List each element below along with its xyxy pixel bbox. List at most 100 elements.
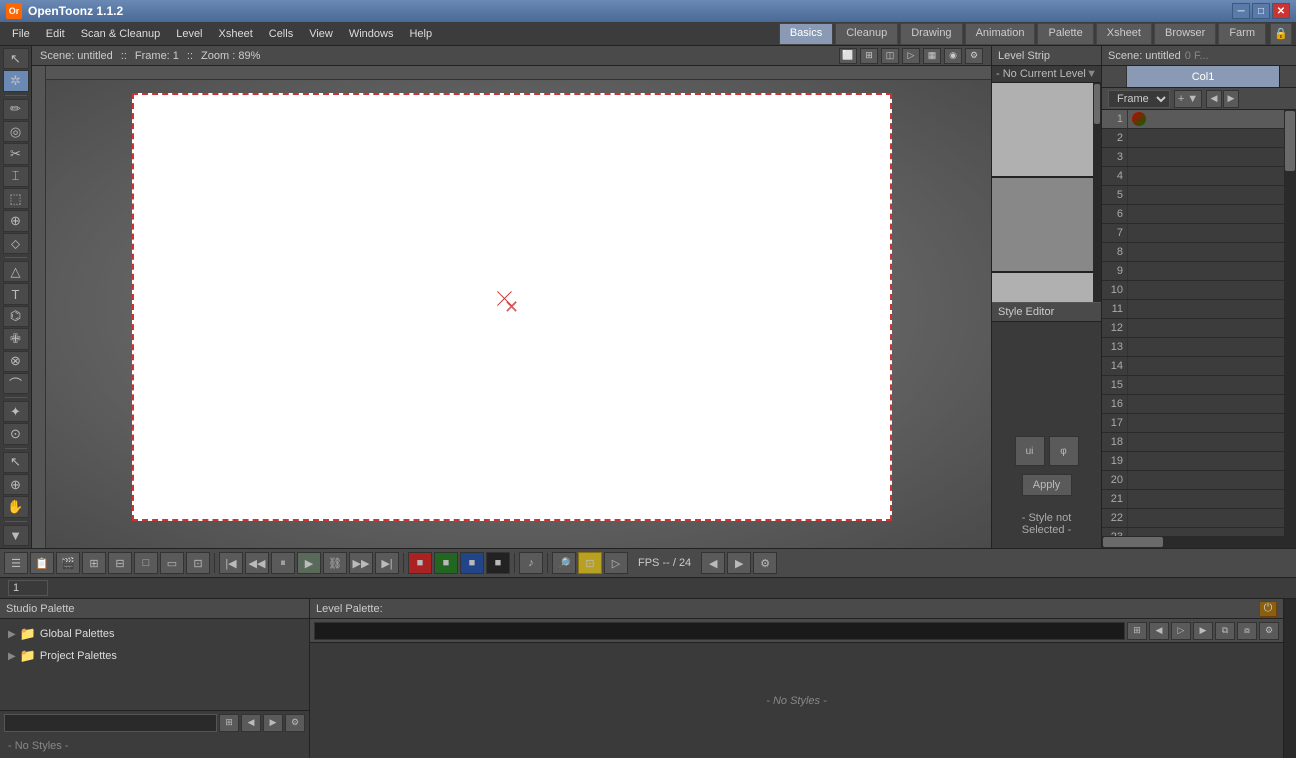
tab-browser[interactable]: Browser [1154, 23, 1216, 45]
level-palette-power-btn[interactable]: ⏻ [1259, 601, 1277, 617]
xsheet-row[interactable]: 15 [1102, 376, 1296, 395]
tool-zoom[interactable]: ⊕ [3, 474, 29, 495]
level-strip-scrollbar-thumb[interactable] [1094, 84, 1100, 124]
table-btn[interactable]: ⊟ [108, 552, 132, 574]
lp-btn-2[interactable]: ◀ [1149, 622, 1169, 640]
xsheet-row[interactable]: 21 [1102, 490, 1296, 509]
pause-btn[interactable]: ⏸ [271, 552, 295, 574]
view-mode-btn[interactable]: ⬜ [839, 48, 857, 64]
black-btn[interactable]: ■ [486, 552, 510, 574]
tool-arrow-down[interactable]: ▼ [3, 525, 29, 546]
menu-xsheet[interactable]: Xsheet [211, 25, 261, 43]
tool-bender[interactable]: ⌒ [3, 373, 29, 394]
xsheet-row[interactable]: 4 [1102, 167, 1296, 186]
link-btn[interactable]: ⛓ [323, 552, 347, 574]
loop-btn[interactable]: ⊡ [186, 552, 210, 574]
row-cell[interactable] [1127, 186, 1296, 204]
studio-palette-btn-2[interactable]: ◀ [241, 714, 261, 732]
tool-eraser[interactable]: ✂ [3, 143, 29, 164]
lp-btn-1[interactable]: ⊞ [1127, 622, 1147, 640]
settings-controls[interactable]: ⚙ [753, 552, 777, 574]
row-cell[interactable] [1127, 319, 1296, 337]
xsheet-row[interactable]: 9 [1102, 262, 1296, 281]
add-cell-btn[interactable]: + ▼ [1174, 90, 1202, 108]
tool-fill[interactable]: ◎ [3, 121, 29, 142]
menu-view[interactable]: View [301, 25, 341, 43]
canvas-frame[interactable]: ✕ [132, 93, 892, 521]
prev-frame-btn[interactable]: ◀◀ [245, 552, 269, 574]
red-btn[interactable]: ■ [408, 552, 432, 574]
xsheet-row[interactable]: 17 [1102, 414, 1296, 433]
goto-start-btn[interactable]: |◀ [219, 552, 243, 574]
xsheet-row[interactable]: 14 [1102, 357, 1296, 376]
row-cell[interactable] [1127, 205, 1296, 223]
tool-pump[interactable]: ⊙ [3, 423, 29, 444]
menu-file[interactable]: File [4, 25, 38, 43]
xsheet-row[interactable]: 18 [1102, 433, 1296, 452]
row-cell[interactable] [1127, 281, 1296, 299]
studio-palette-btn-4[interactable]: ⚙ [285, 714, 305, 732]
goto-end-btn[interactable]: ▶| [375, 552, 399, 574]
tool-type[interactable]: T [3, 283, 29, 304]
xsheet-row[interactable]: 10 [1102, 281, 1296, 300]
lp-btn-5[interactable]: ⧉ [1215, 622, 1235, 640]
row-cell[interactable] [1127, 129, 1296, 147]
row-cell[interactable] [1127, 395, 1296, 413]
music-btn[interactable]: ♪ [519, 552, 543, 574]
studio-palette-input[interactable] [4, 714, 217, 732]
zoom-in-btn[interactable]: 🔎 [552, 552, 576, 574]
square-btn[interactable]: □ [134, 552, 158, 574]
xsheet-hscrollbar[interactable] [1102, 536, 1296, 548]
row-cell[interactable] [1127, 243, 1296, 261]
row-cell[interactable] [1127, 509, 1296, 527]
row-cell[interactable] [1127, 224, 1296, 242]
green-btn[interactable]: ■ [434, 552, 458, 574]
xsheet-row[interactable]: 8 [1102, 243, 1296, 262]
grid-btn[interactable]: ⊞ [860, 48, 878, 64]
tool-hand[interactable]: ✋ [3, 496, 29, 517]
apply-button[interactable]: Apply [1022, 474, 1072, 496]
tool-geometric[interactable]: △ [3, 261, 29, 282]
xsheet-row[interactable]: 13 [1102, 338, 1296, 357]
project-palettes-folder[interactable]: ▶ 📁 Project Palettes [4, 645, 305, 667]
menu-level[interactable]: Level [168, 25, 210, 43]
tab-farm[interactable]: Farm [1218, 23, 1266, 45]
row-cell[interactable] [1127, 148, 1296, 166]
studio-palette-btn-1[interactable]: ⊞ [219, 714, 239, 732]
level-palette-search[interactable] [314, 622, 1125, 640]
tool-skeleton[interactable]: ✙ [3, 328, 29, 349]
play-control-btn[interactable]: ▷ [604, 552, 628, 574]
xsheet-row[interactable]: 20 [1102, 471, 1296, 490]
xsheet-scrollbar-thumb[interactable] [1285, 111, 1295, 171]
tool-magnet[interactable]: ⊗ [3, 351, 29, 372]
grid-view-btn[interactable]: ⊞ [82, 552, 106, 574]
menu-cells[interactable]: Cells [261, 25, 301, 43]
xsheet-row[interactable]: 5 [1102, 186, 1296, 205]
settings-btn[interactable]: ⚙ [965, 48, 983, 64]
row-cell[interactable] [1127, 338, 1296, 356]
xsheet-row[interactable]: 7 [1102, 224, 1296, 243]
row-cell[interactable] [1127, 414, 1296, 432]
nav-right[interactable]: ▶ [1223, 90, 1239, 108]
new-memo-btn[interactable]: 📋 [30, 552, 54, 574]
tool-pinch[interactable]: ✦ [3, 401, 29, 422]
rect-btn[interactable]: ▭ [160, 552, 184, 574]
xsheet-hscrollbar-thumb[interactable] [1103, 537, 1163, 547]
camera-btn[interactable]: ◫ [881, 48, 899, 64]
menu-edit[interactable]: Edit [38, 25, 73, 43]
camera-view-btn[interactable]: 🎬 [56, 552, 80, 574]
lp-btn-4[interactable]: ▶ [1193, 622, 1213, 640]
row-cell-1[interactable] [1127, 110, 1296, 128]
level-strip-scrollbar[interactable] [1093, 83, 1101, 302]
level-palette-scrollbar[interactable] [1284, 599, 1296, 758]
row-cell[interactable] [1127, 471, 1296, 489]
nav-left[interactable]: ◀ [1206, 90, 1222, 108]
blue-btn[interactable]: ■ [460, 552, 484, 574]
lp-btn-7[interactable]: ⚙ [1259, 622, 1279, 640]
row-cell[interactable] [1127, 433, 1296, 451]
tool-style[interactable]: ⬚ [3, 188, 29, 209]
col1-header[interactable]: Col1 [1127, 66, 1280, 87]
eye-btn[interactable]: ◉ [944, 48, 962, 64]
xsheet-scrollbar[interactable] [1284, 110, 1296, 536]
xsheet-row[interactable]: 23 [1102, 528, 1296, 536]
